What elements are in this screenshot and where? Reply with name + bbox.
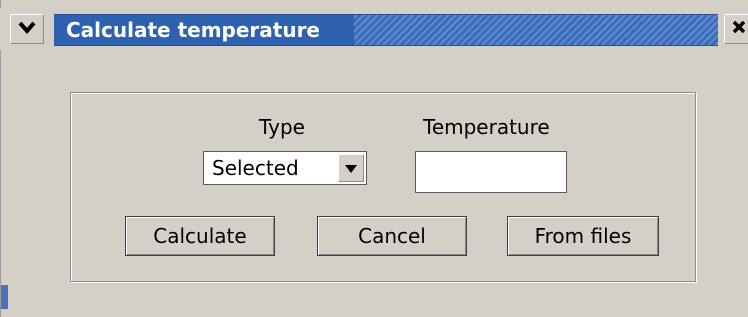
type-label: Type	[259, 115, 305, 139]
close-icon	[731, 19, 747, 39]
from-files-button[interactable]: From files	[507, 216, 659, 256]
temperature-label: Temperature	[423, 115, 550, 139]
title-area: Calculate temperature	[54, 14, 718, 46]
dialog-content: Type Temperature Selected Calculate Canc…	[8, 50, 748, 317]
type-select-value: Selected	[212, 156, 299, 180]
calculate-button[interactable]: Calculate	[125, 216, 275, 256]
form-group-box: Type Temperature Selected Calculate Canc…	[70, 92, 696, 282]
dialog-window: Calculate temperature Type Temperature S…	[0, 0, 748, 317]
close-button[interactable]	[724, 14, 748, 44]
select-dropdown-button[interactable]	[338, 154, 364, 182]
chevron-down-icon	[17, 19, 37, 39]
window-menu-button[interactable]	[10, 14, 44, 44]
triangle-down-icon	[344, 159, 358, 178]
window-title: Calculate temperature	[66, 18, 320, 42]
temperature-input[interactable]	[415, 151, 567, 193]
type-select[interactable]: Selected	[203, 151, 367, 185]
window-frame-accent	[1, 285, 8, 309]
title-bar[interactable]: Calculate temperature	[0, 8, 748, 50]
cancel-button[interactable]: Cancel	[317, 216, 467, 256]
